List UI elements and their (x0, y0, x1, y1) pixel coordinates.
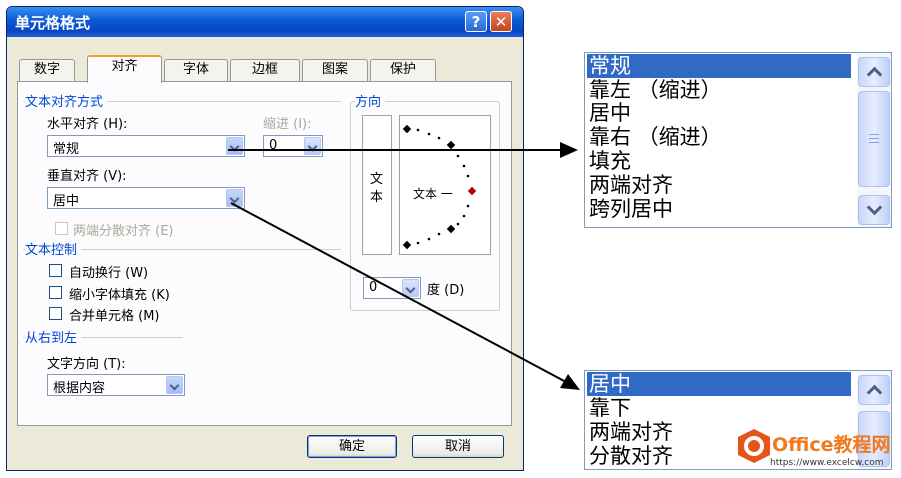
list-item[interactable]: 靠左 （缩进） (589, 78, 722, 102)
list-item[interactable]: 常规 (587, 54, 851, 78)
scroll-up-icon[interactable] (858, 57, 890, 87)
scrollbar[interactable] (857, 53, 891, 227)
horizontal-align-listbox[interactable]: 常规 靠左 （缩进） 居中 靠右 （缩进） 填充 两端对齐 跨列居中 (584, 52, 892, 228)
arrowhead-icon (560, 374, 580, 390)
office-logo-icon (736, 428, 772, 464)
tab-alignment[interactable]: 对齐 (87, 55, 162, 83)
list-item[interactable]: 居中 (589, 101, 631, 125)
list-item[interactable]: 两端对齐 (589, 173, 673, 197)
list-item[interactable]: 靠下 (589, 396, 631, 420)
watermark-brand: Office教程网 (772, 434, 891, 456)
callout-arrow-vertical (230, 202, 567, 383)
list-item[interactable]: 跨列居中 (589, 197, 673, 221)
list-item[interactable]: 填充 (589, 149, 631, 173)
list-item[interactable]: 靠右 （缩进） (589, 125, 722, 149)
arrowhead-icon (560, 142, 578, 158)
scroll-thumb[interactable] (858, 91, 890, 187)
list-item[interactable]: 分散对齐 (589, 444, 673, 468)
scroll-down-icon[interactable] (858, 195, 890, 225)
list-item[interactable]: 居中 (587, 372, 851, 396)
scroll-up-icon[interactable] (858, 375, 890, 405)
watermark-url: https://www.excelcw.com (770, 458, 884, 468)
list-item[interactable]: 两端对齐 (589, 420, 673, 444)
